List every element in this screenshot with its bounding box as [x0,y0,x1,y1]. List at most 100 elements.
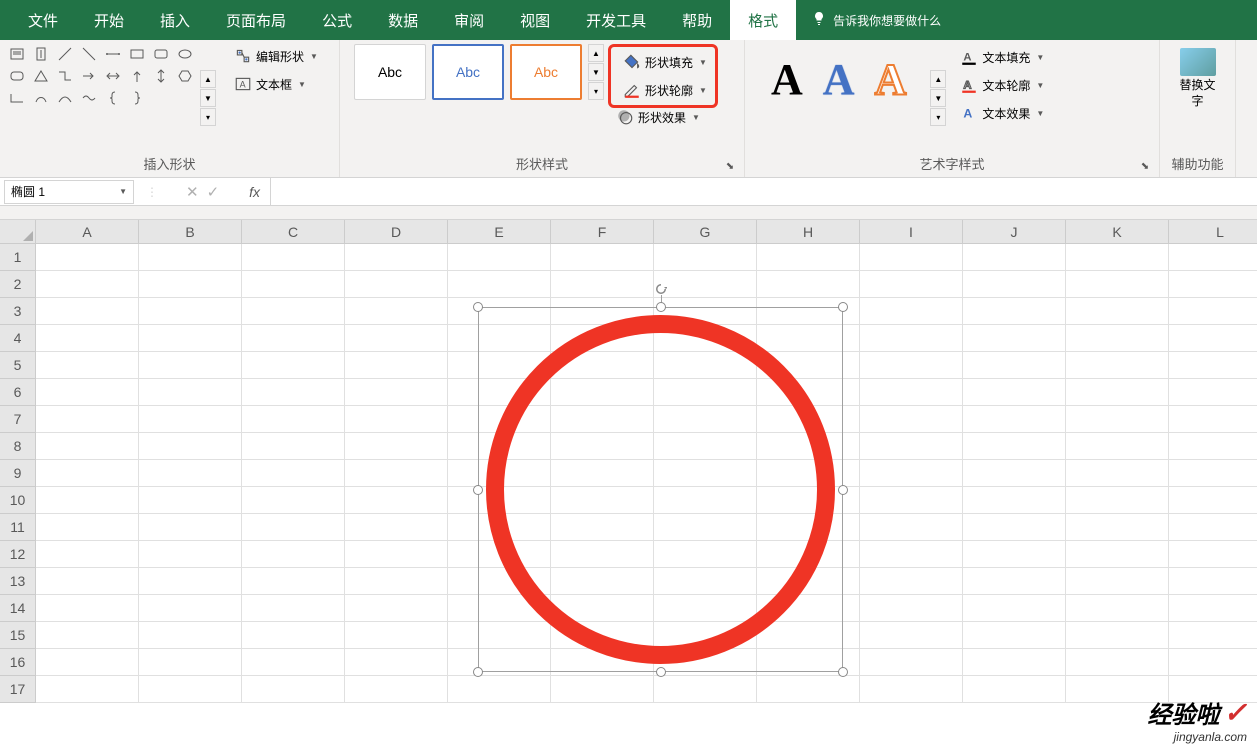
cell-C17[interactable] [242,676,345,703]
resize-handle-bm[interactable] [656,667,666,677]
shape-selection[interactable] [478,307,843,672]
row-header-7[interactable]: 7 [0,406,36,433]
cell-I10[interactable] [860,487,963,514]
styles-expand[interactable]: ▾ [588,82,604,100]
cell-I16[interactable] [860,649,963,676]
cell-K5[interactable] [1066,352,1169,379]
cell-I1[interactable] [860,244,963,271]
cell-H2[interactable] [757,271,860,298]
cell-F2[interactable] [551,271,654,298]
cell-I4[interactable] [860,325,963,352]
cell-D3[interactable] [345,298,448,325]
cell-K10[interactable] [1066,487,1169,514]
cell-B4[interactable] [139,325,242,352]
cell-J10[interactable] [963,487,1066,514]
cell-D8[interactable] [345,433,448,460]
cell-A2[interactable] [36,271,139,298]
cell-I5[interactable] [860,352,963,379]
row-header-3[interactable]: 3 [0,298,36,325]
row-header-6[interactable]: 6 [0,379,36,406]
row-header-2[interactable]: 2 [0,271,36,298]
cell-J2[interactable] [963,271,1066,298]
cell-A10[interactable] [36,487,139,514]
cell-B17[interactable] [139,676,242,703]
col-header-A[interactable]: A [36,220,139,244]
shape-elbow-icon[interactable] [54,66,76,86]
cell-J8[interactable] [963,433,1066,460]
col-header-G[interactable]: G [654,220,757,244]
wordart-expand[interactable]: ▾ [930,108,946,126]
shape-style-2[interactable]: Abc [432,44,504,100]
col-header-J[interactable]: J [963,220,1066,244]
row-header-10[interactable]: 10 [0,487,36,514]
cell-C13[interactable] [242,568,345,595]
shape-hexagon-icon[interactable] [174,66,196,86]
cell-D10[interactable] [345,487,448,514]
cell-D15[interactable] [345,622,448,649]
cell-I13[interactable] [860,568,963,595]
cell-L8[interactable] [1169,433,1257,460]
row-header-14[interactable]: 14 [0,595,36,622]
cell-K6[interactable] [1066,379,1169,406]
resize-handle-tl[interactable] [473,302,483,312]
menu-insert[interactable]: 插入 [142,0,208,40]
cell-C2[interactable] [242,271,345,298]
cell-A11[interactable] [36,514,139,541]
text-box-button[interactable]: A 文本框 ▼ [228,72,324,96]
cell-L10[interactable] [1169,487,1257,514]
cell-B15[interactable] [139,622,242,649]
cell-L12[interactable] [1169,541,1257,568]
cell-D7[interactable] [345,406,448,433]
cell-B1[interactable] [139,244,242,271]
shape-vtextbox-icon[interactable] [30,44,52,64]
shapes-expand[interactable]: ▾ [200,108,216,126]
cell-J17[interactable] [963,676,1066,703]
shape-leftbrace-icon[interactable] [102,88,124,108]
formula-input[interactable] [270,178,1257,205]
cell-B8[interactable] [139,433,242,460]
cell-L14[interactable] [1169,595,1257,622]
col-header-D[interactable]: D [345,220,448,244]
shape-corner-icon[interactable] [6,88,28,108]
cell-C8[interactable] [242,433,345,460]
cell-I15[interactable] [860,622,963,649]
menu-file[interactable]: 文件 [10,0,76,40]
col-header-L[interactable]: L [1169,220,1257,244]
resize-handle-bl[interactable] [473,667,483,677]
cell-B3[interactable] [139,298,242,325]
resize-handle-tr[interactable] [838,302,848,312]
shape-roundrect2-icon[interactable] [6,66,28,86]
cell-C3[interactable] [242,298,345,325]
shape-curve-icon[interactable] [54,88,76,108]
resize-handle-tm[interactable] [656,302,666,312]
shape-style-3[interactable]: Abc [510,44,582,100]
cell-I2[interactable] [860,271,963,298]
row-header-1[interactable]: 1 [0,244,36,271]
cell-D12[interactable] [345,541,448,568]
cell-A15[interactable] [36,622,139,649]
resize-handle-mr[interactable] [838,485,848,495]
cell-J1[interactable] [963,244,1066,271]
wordart-style-3[interactable]: A [875,54,907,105]
shape-arrow-icon[interactable] [78,66,100,86]
oval-shape[interactable] [486,315,835,664]
cell-J13[interactable] [963,568,1066,595]
cell-J7[interactable] [963,406,1066,433]
row-header-11[interactable]: 11 [0,514,36,541]
shape-rightbrace-icon[interactable] [126,88,148,108]
cell-J3[interactable] [963,298,1066,325]
cell-B5[interactable] [139,352,242,379]
cell-K13[interactable] [1066,568,1169,595]
cell-C7[interactable] [242,406,345,433]
cell-B14[interactable] [139,595,242,622]
cell-L5[interactable] [1169,352,1257,379]
shape-freeform-icon[interactable] [30,88,52,108]
cell-I7[interactable] [860,406,963,433]
cell-J6[interactable] [963,379,1066,406]
cell-D13[interactable] [345,568,448,595]
rotate-handle[interactable] [655,283,667,295]
cell-D14[interactable] [345,595,448,622]
cell-B7[interactable] [139,406,242,433]
shape-uparrow-icon[interactable] [126,66,148,86]
resize-handle-ml[interactable] [473,485,483,495]
